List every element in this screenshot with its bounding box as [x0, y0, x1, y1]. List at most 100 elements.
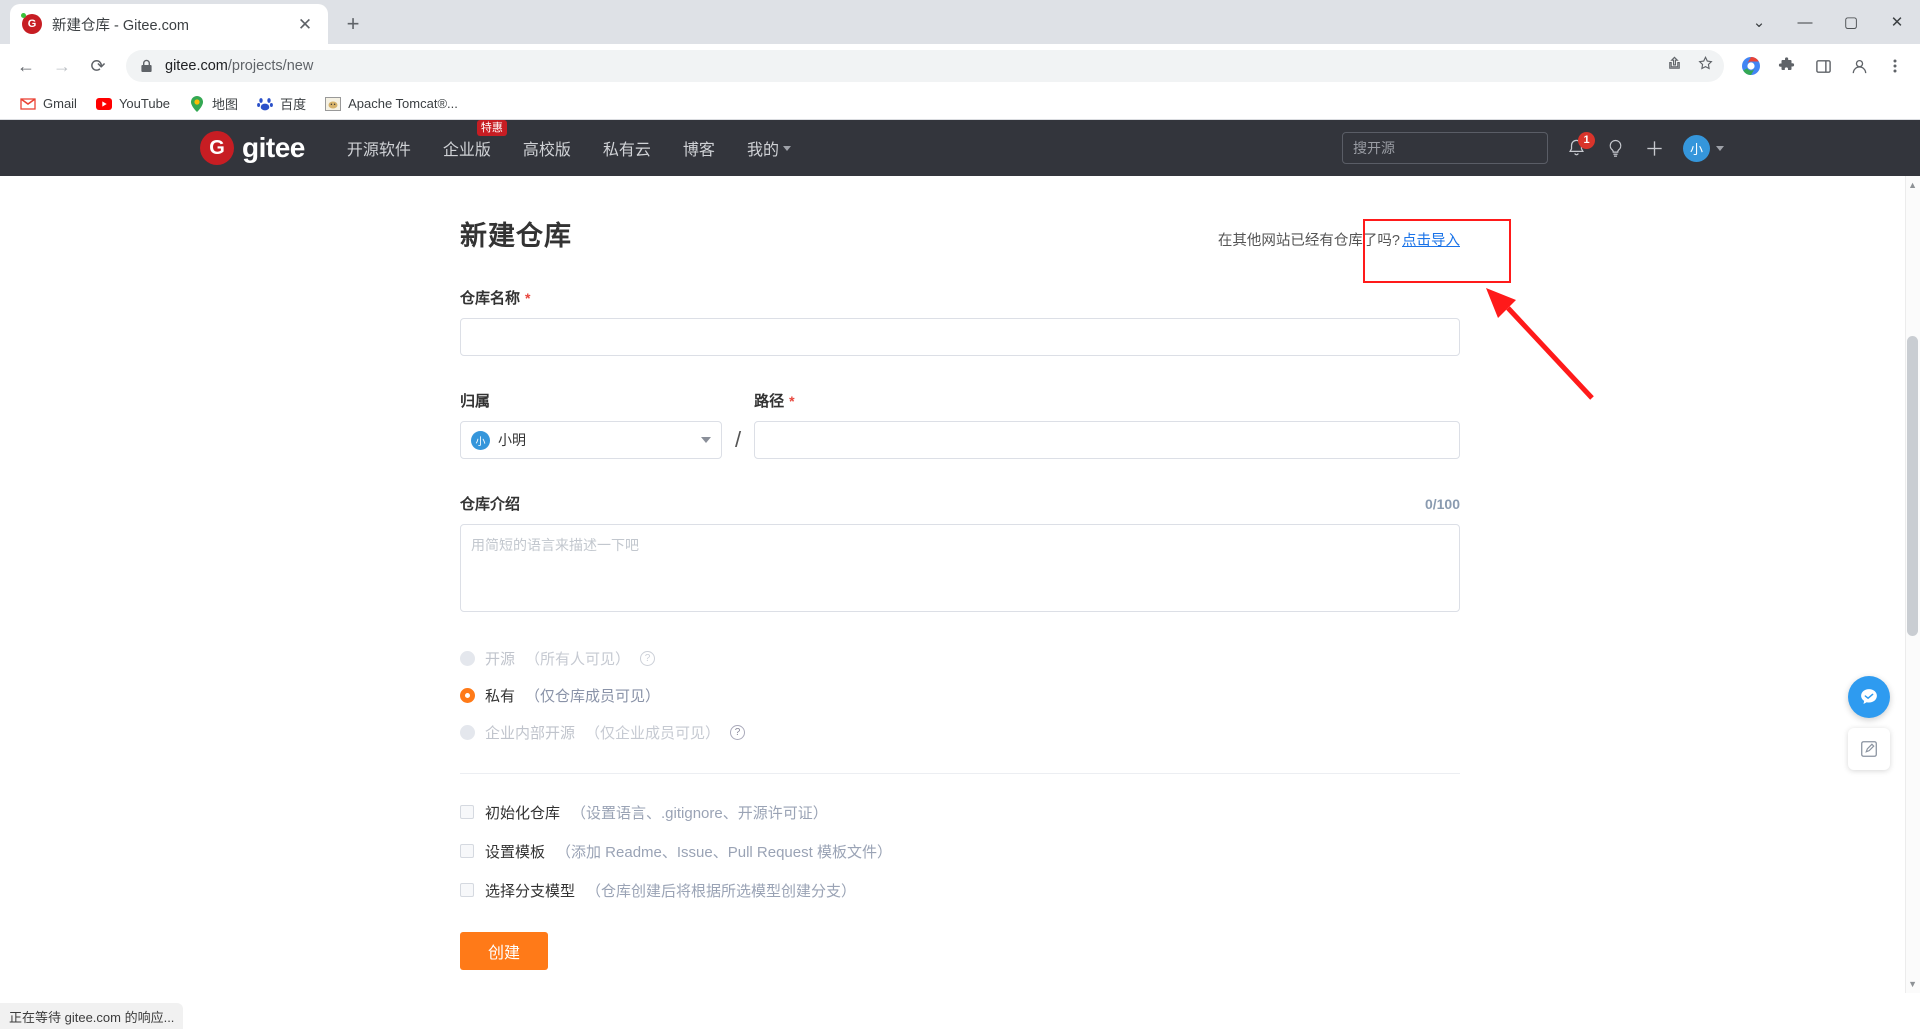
bookmark-label: 地图	[212, 97, 239, 112]
account-icon[interactable]	[1844, 51, 1874, 81]
nav-label: 博客	[682, 142, 715, 159]
section-divider	[460, 773, 1460, 774]
checkbox-indicator	[460, 805, 474, 819]
forward-button: →	[53, 55, 71, 76]
feedback-chat-icon[interactable]	[1848, 676, 1890, 718]
browser-titlebar: G 新建仓库 - Gitee.com ✕ + ⌄ — ▢ ✕	[0, 0, 1920, 44]
lightbulb-icon[interactable]	[1605, 138, 1626, 159]
extensions-icon[interactable]	[1772, 51, 1802, 81]
youtube-icon	[95, 96, 112, 112]
radio-sublabel: （仅仓库成员可见）	[525, 687, 661, 705]
label-text: 仓库名称	[460, 290, 521, 307]
owner-avatar: 小	[471, 430, 490, 450]
visibility-radio-group: 开源 （所有人可见） ? 私有 （仅仓库成员可见） 企业内部开源 （仅企业成员可…	[460, 643, 1460, 747]
bookmark-label: 百度	[280, 97, 307, 112]
nav-item-enterprise[interactable]: 企业版 特惠	[443, 120, 507, 160]
notification-bell-icon[interactable]: 1	[1566, 131, 1595, 159]
browser-toolbar: ← → ⟳ gitee.com/projects/new	[0, 44, 1920, 88]
radio-private[interactable]: 私有 （仅仓库成员可见）	[460, 680, 1460, 710]
required-marker: *	[525, 290, 531, 306]
url-text: gitee.com/projects/new	[165, 58, 314, 74]
bookmark-youtube[interactable]: YouTube	[88, 92, 178, 116]
toolbar-icons	[1736, 51, 1910, 81]
back-button[interactable]: ←	[10, 50, 42, 82]
notification-count-badge: 1	[1578, 131, 1595, 149]
nav-label: 私有云	[602, 142, 651, 159]
field-owner: 归属 小 小明	[460, 390, 722, 459]
create-repo-button[interactable]: 创建	[460, 932, 548, 970]
radio-sublabel: （仅企业成员可见）	[585, 724, 721, 742]
radio-indicator-selected	[460, 687, 475, 703]
new-tab-button[interactable]: +	[338, 9, 368, 39]
gitee-logo[interactable]: G gitee	[200, 131, 305, 165]
path-input[interactable]	[754, 421, 1460, 459]
gitee-logo-icon: G	[200, 131, 234, 165]
close-window-button[interactable]: ✕	[1874, 0, 1920, 44]
checkbox-sublabel: （设置语言、.gitignore、开源许可证）	[571, 804, 828, 822]
checkbox-indicator	[460, 883, 474, 897]
nav-label: 开源软件	[346, 142, 411, 159]
bookmark-label: Apache Tomcat®...	[348, 96, 458, 111]
nav-item-mine[interactable]: 我的	[747, 136, 791, 160]
annotation-arrow	[1486, 288, 1594, 400]
gitee-header-right: 1 小	[1342, 131, 1920, 164]
status-bubble: 正在等待 gitee.com 的响应...	[0, 1003, 184, 1029]
char-counter: 0/100	[1424, 496, 1460, 512]
import-prompt-text: 在其他网站已经有仓库了吗?	[1217, 233, 1400, 249]
tomcat-icon	[325, 96, 342, 112]
owner-select[interactable]: 小 小明	[460, 421, 722, 459]
gmail-icon	[20, 96, 36, 112]
nav-item-privatecloud[interactable]: 私有云	[603, 136, 651, 160]
bookmark-label: YouTube	[118, 96, 171, 111]
scroll-down-arrow-icon[interactable]: ▼	[1908, 979, 1917, 989]
gitee-favicon-icon: G	[21, 13, 42, 34]
star-icon[interactable]	[1697, 55, 1714, 77]
search-input[interactable]	[1342, 132, 1548, 164]
tab-close-icon[interactable]: ✕	[294, 13, 316, 35]
gitee-main-nav: 开源软件 企业版 特惠 高校版 私有云 博客 我的	[347, 120, 791, 160]
add-new-icon[interactable]	[1644, 138, 1665, 159]
checkbox-label: 选择分支模型	[485, 882, 576, 900]
nav-item-education[interactable]: 高校版	[523, 136, 571, 160]
description-textarea[interactable]	[460, 524, 1460, 612]
browser-tab[interactable]: G 新建仓库 - Gitee.com ✕	[10, 4, 328, 44]
share-icon[interactable]	[1666, 55, 1683, 77]
scroll-up-arrow-icon[interactable]: ▲	[1908, 180, 1917, 190]
radio-label: 私有	[485, 687, 516, 705]
field-owner-path-row: 归属 小 小明 / 路径 *	[460, 390, 1460, 459]
radio-indicator	[460, 650, 475, 666]
import-repo-link[interactable]: 点击导入	[1402, 229, 1460, 250]
scrollbar-thumb[interactable]	[1907, 336, 1918, 636]
help-icon[interactable]: ?	[640, 650, 656, 666]
window-controls: ⌄ — ▢ ✕	[1736, 0, 1920, 44]
minimize-button[interactable]: —	[1782, 0, 1828, 44]
checkbox-init-repo[interactable]: 初始化仓库 （设置语言、.gitignore、开源许可证）	[460, 798, 1460, 826]
field-repo-name: 仓库名称 *	[460, 287, 1460, 356]
chrome-profile-icon[interactable]	[1736, 51, 1766, 81]
tab-search-icon[interactable]: ⌄	[1736, 0, 1782, 44]
omnibox-icons	[1666, 55, 1714, 77]
maximize-button[interactable]: ▢	[1828, 0, 1874, 44]
checkbox-sublabel: （添加 Readme、Issue、Pull Request 模板文件）	[556, 843, 892, 861]
checkbox-branch-model[interactable]: 选择分支模型 （仓库创建后将根据所选模型创建分支）	[460, 876, 1460, 904]
bookmark-baidu[interactable]: 百度	[249, 90, 314, 117]
radio-label: 企业内部开源	[485, 724, 576, 742]
help-icon[interactable]: ?	[730, 724, 746, 740]
nav-item-blog[interactable]: 博客	[683, 136, 715, 160]
user-avatar-menu[interactable]: 小	[1683, 134, 1724, 162]
checkbox-set-template[interactable]: 设置模板 （添加 Readme、Issue、Pull Request 模板文件）	[460, 837, 1460, 865]
nav-item-opensource[interactable]: 开源软件	[347, 136, 411, 160]
owner-label: 归属	[460, 390, 722, 411]
path-label: 路径 *	[754, 390, 1460, 411]
bookmark-tomcat[interactable]: Apache Tomcat®...	[317, 92, 466, 116]
menu-icon[interactable]	[1880, 51, 1910, 81]
edit-note-icon[interactable]	[1848, 728, 1890, 770]
reload-button[interactable]: ⟳	[82, 50, 114, 82]
repo-name-input[interactable]	[460, 318, 1460, 356]
address-bar[interactable]: gitee.com/projects/new	[126, 50, 1724, 82]
field-description: 仓库介绍 0/100	[460, 493, 1460, 617]
bookmark-gmail[interactable]: Gmail	[12, 92, 85, 116]
page-scrollbar[interactable]: ▲ ▼	[1905, 176, 1920, 993]
bookmark-maps[interactable]: 地图	[181, 90, 246, 117]
sidepanel-icon[interactable]	[1808, 51, 1838, 81]
